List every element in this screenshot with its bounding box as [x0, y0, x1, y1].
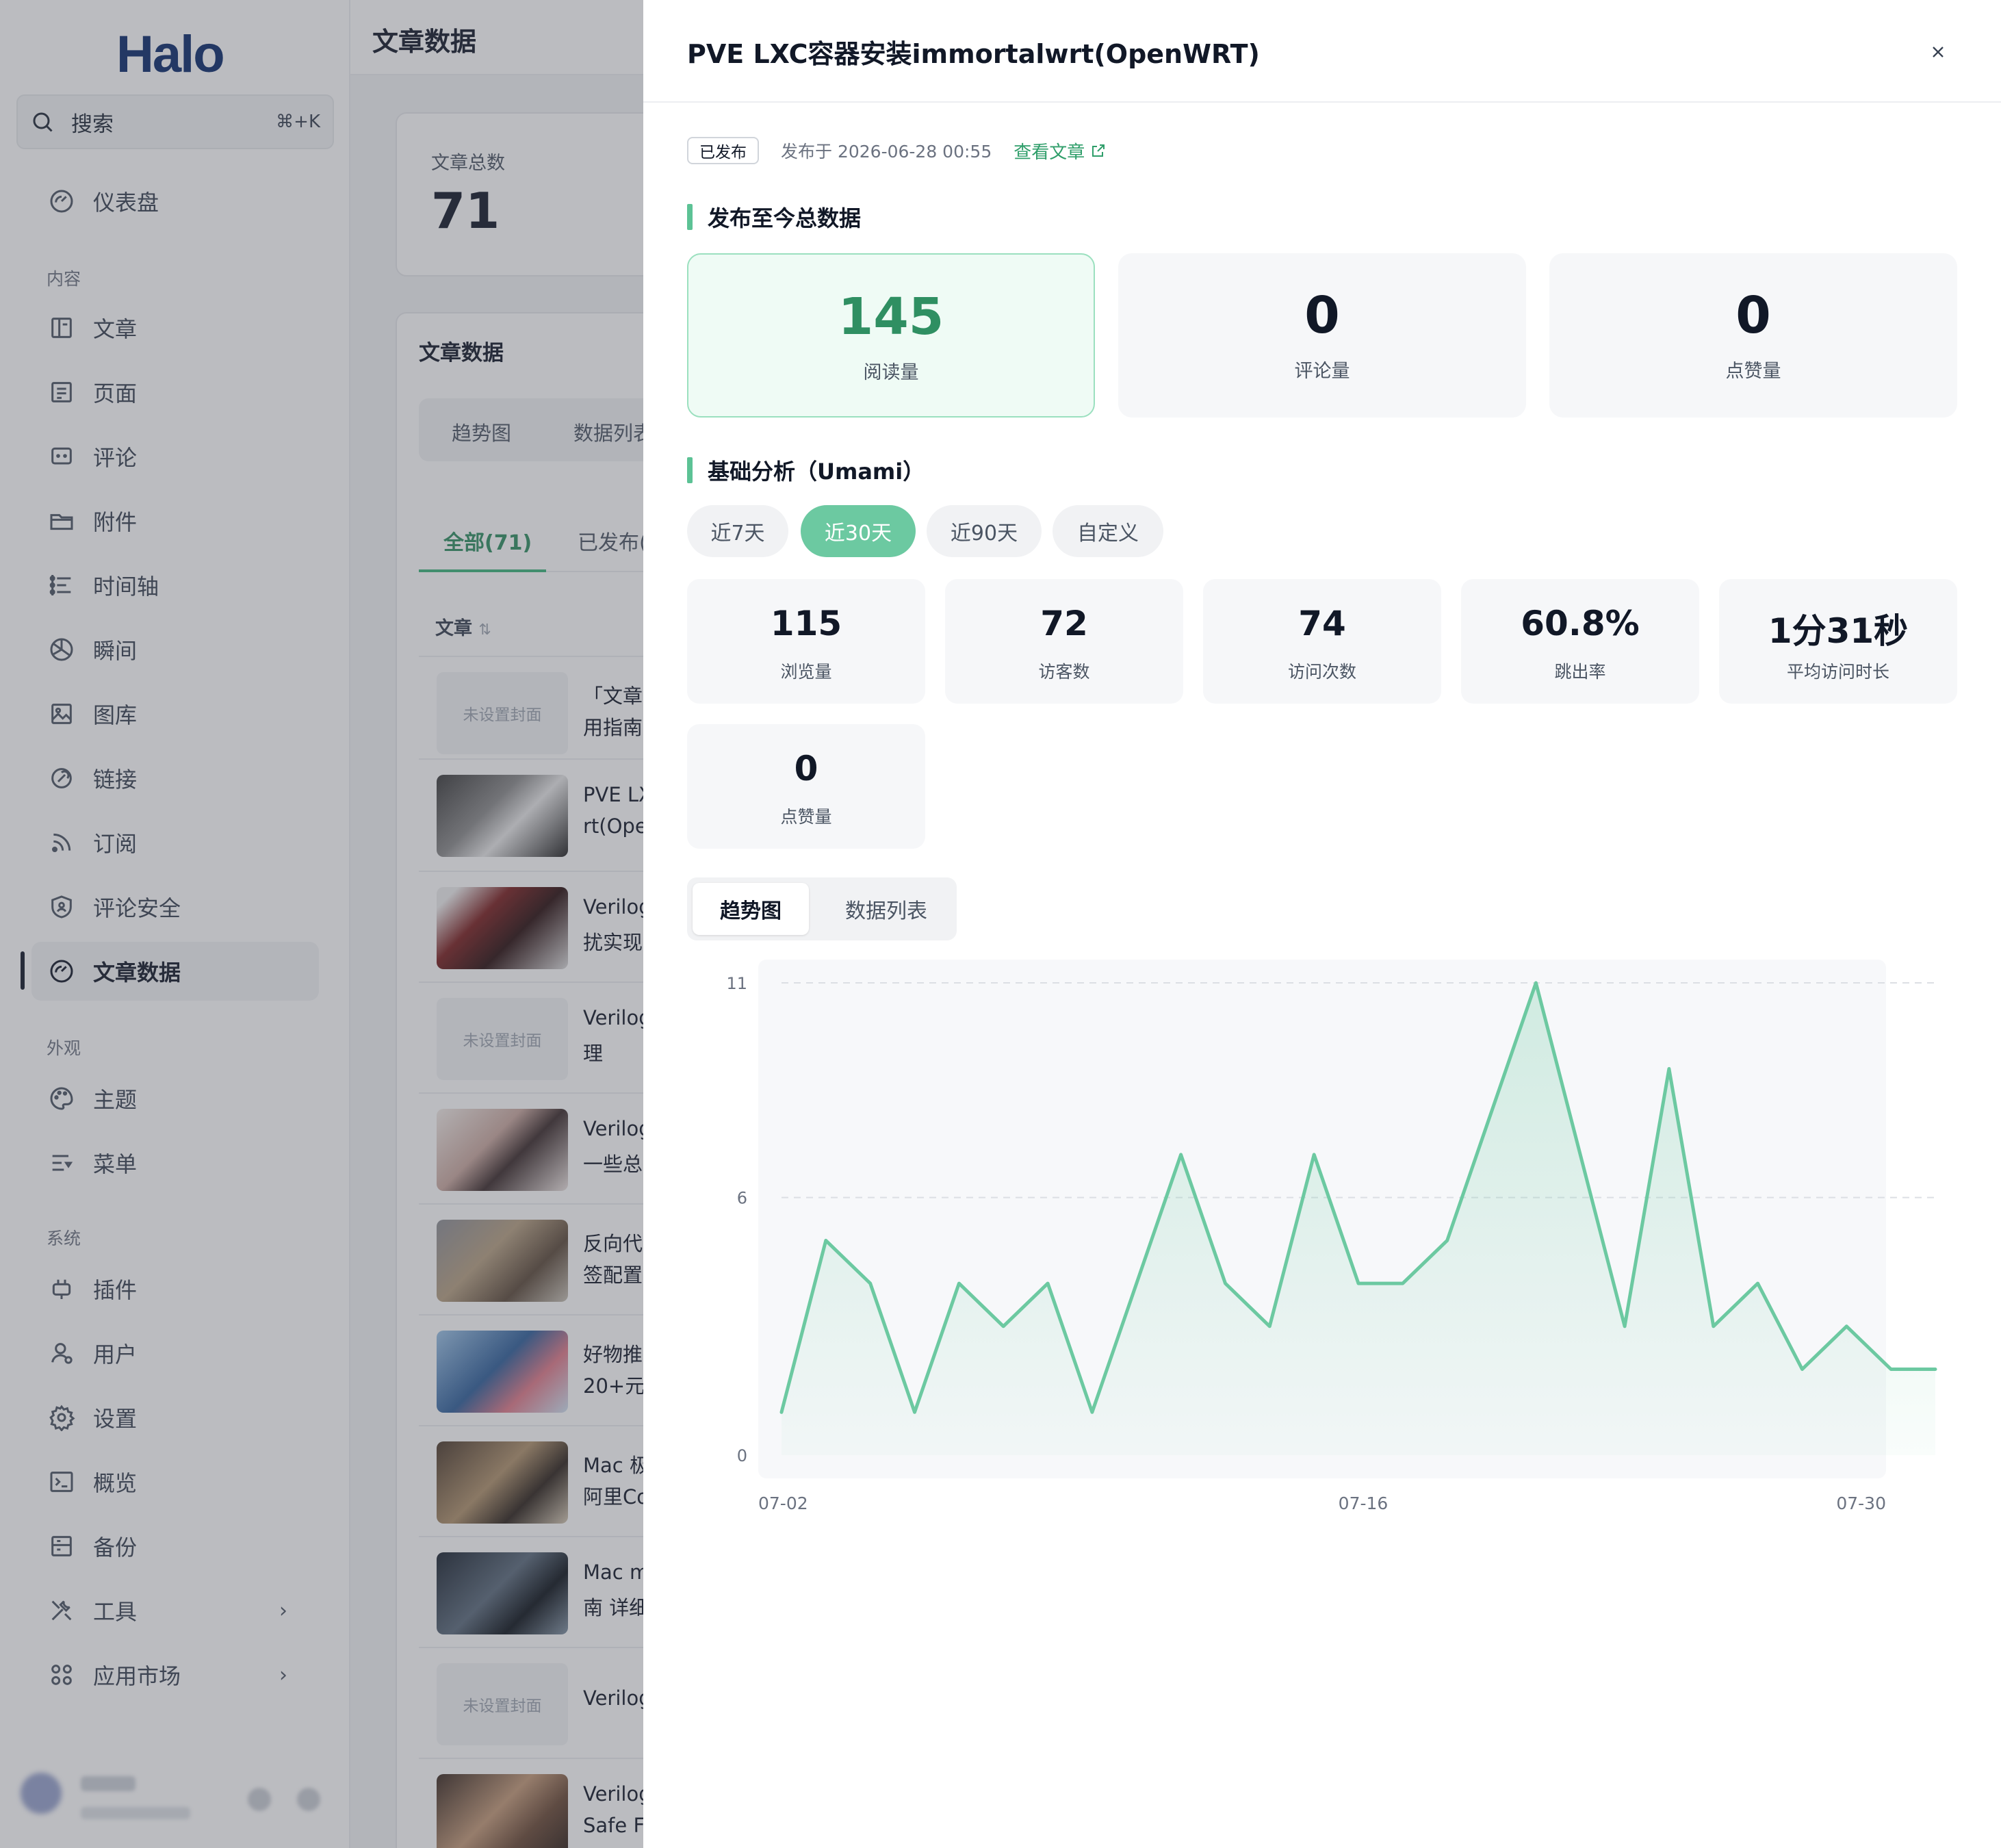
y-tick-label: 6: [737, 1189, 747, 1208]
trend-chart: 0 6 11 07-02 07-16 07-30: [726, 960, 1937, 1513]
y-tick-label: 11: [726, 974, 747, 993]
x-tick-label: 07-16: [1339, 1493, 1389, 1513]
modal-backdrop[interactable]: [0, 0, 643, 1848]
x-tick-label: 07-02: [758, 1493, 808, 1513]
y-tick-label: 0: [737, 1446, 747, 1465]
post-stats-drawer: PVE LXC容器安装immortalwrt(OpenWRT) 已发布 发布于 …: [643, 0, 2001, 1848]
x-tick-label: 07-30: [1836, 1493, 1886, 1513]
